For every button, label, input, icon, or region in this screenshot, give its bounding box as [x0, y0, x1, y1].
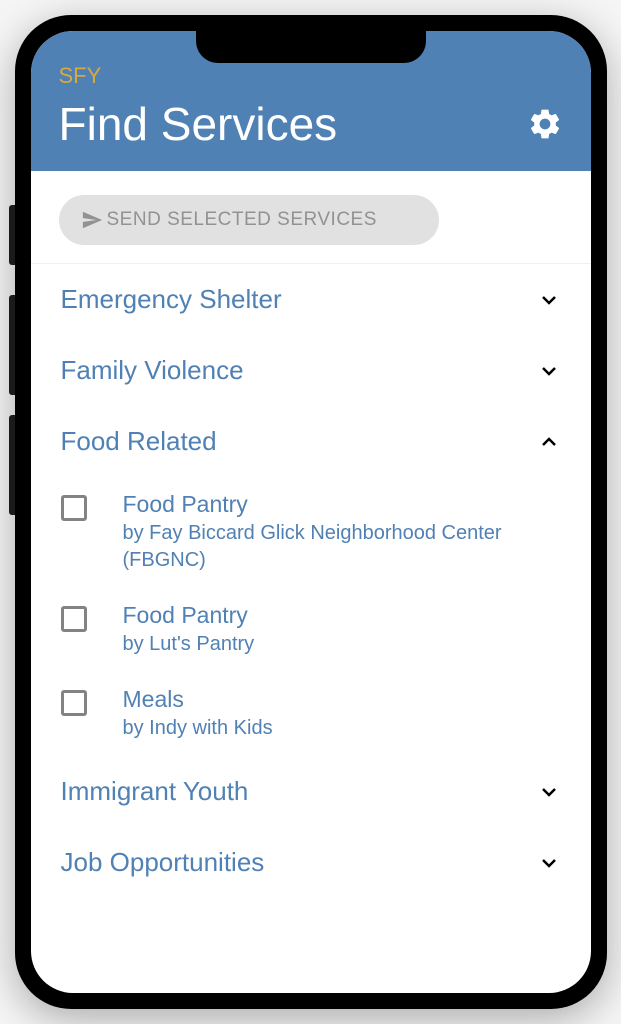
send-button-wrap: SEND SELECTED SERVICES [31, 171, 591, 264]
service-checkbox[interactable] [61, 606, 87, 632]
service-text[interactable]: Food Pantry by Lut's Pantry [123, 602, 255, 658]
brand-label: SFY [59, 63, 563, 89]
category-label: Job Opportunities [61, 847, 265, 878]
chevron-down-icon [537, 288, 561, 312]
category-emergency-shelter[interactable]: Emergency Shelter [31, 264, 591, 335]
send-selected-button[interactable]: SEND SELECTED SERVICES [59, 195, 439, 245]
phone-frame: SFY Find Services SEND S [15, 15, 607, 1009]
category-family-violence[interactable]: Family Violence [31, 335, 591, 406]
service-item: Food Pantry by Fay Biccard Glick Neighbo… [31, 477, 591, 588]
send-icon [81, 209, 103, 231]
chevron-down-icon [537, 851, 561, 875]
category-food-related[interactable]: Food Related [31, 406, 591, 477]
side-button [9, 415, 15, 515]
chevron-up-icon [537, 430, 561, 454]
category-label: Food Related [61, 426, 217, 457]
category-label: Emergency Shelter [61, 284, 282, 315]
category-label: Family Violence [61, 355, 244, 386]
service-text[interactable]: Food Pantry by Fay Biccard Glick Neighbo… [123, 491, 561, 574]
service-checkbox[interactable] [61, 690, 87, 716]
title-row: Find Services [59, 97, 563, 151]
service-checkbox[interactable] [61, 495, 87, 521]
service-title: Food Pantry [123, 491, 561, 518]
category-label: Immigrant Youth [61, 776, 249, 807]
service-item: Food Pantry by Lut's Pantry [31, 588, 591, 672]
service-title: Meals [123, 686, 273, 713]
chevron-down-icon [537, 780, 561, 804]
send-button-label: SEND SELECTED SERVICES [107, 209, 377, 231]
content-area: SEND SELECTED SERVICES Emergency Shelter… [31, 171, 591, 898]
chevron-down-icon [537, 359, 561, 383]
screen: SFY Find Services SEND S [31, 31, 591, 993]
notch [196, 31, 426, 63]
page-title: Find Services [59, 97, 338, 151]
category-immigrant-youth[interactable]: Immigrant Youth [31, 756, 591, 827]
service-text[interactable]: Meals by Indy with Kids [123, 686, 273, 742]
service-title: Food Pantry [123, 602, 255, 629]
service-provider: by Fay Biccard Glick Neighborhood Center… [123, 520, 561, 574]
service-item: Meals by Indy with Kids [31, 672, 591, 756]
settings-icon[interactable] [527, 106, 563, 142]
category-job-opportunities[interactable]: Job Opportunities [31, 827, 591, 898]
service-provider: by Lut's Pantry [123, 631, 255, 658]
service-provider: by Indy with Kids [123, 715, 273, 742]
